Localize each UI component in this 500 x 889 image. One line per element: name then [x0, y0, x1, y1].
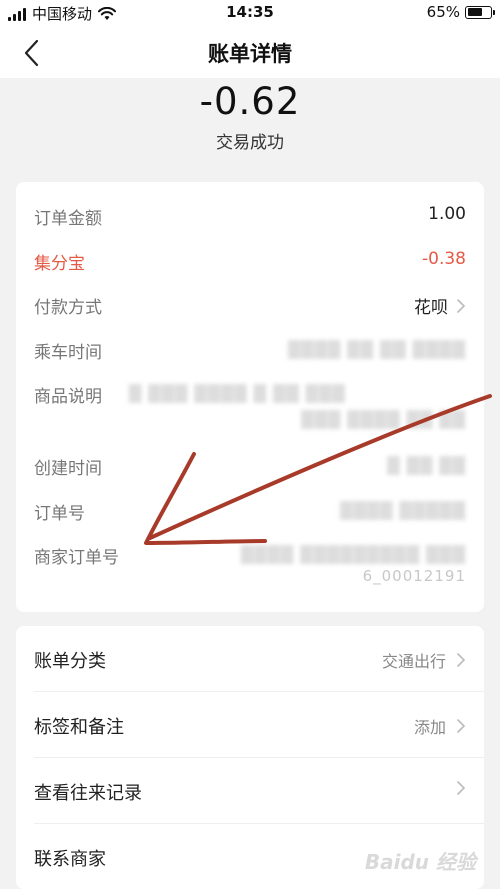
tags-notes-value-group: 添加	[414, 714, 466, 738]
menu-row-bill-category[interactable]: 账单分类 交通出行	[16, 626, 484, 691]
detail-row-payment-method[interactable]: 付款方式 花呗	[34, 289, 466, 319]
order-no-label: 订单号	[34, 504, 85, 524]
detail-row-ride-time: 乘车时间 ████ ██ ██ ████	[34, 334, 466, 364]
contact-merchant-label: 联系商家	[34, 849, 106, 870]
history-value-group	[456, 780, 466, 796]
transaction-status: 交易成功	[216, 133, 284, 153]
order-amount-label: 订单金额	[34, 209, 102, 229]
merchant-order-no-fragment: 6_00012191	[362, 567, 466, 585]
transaction-amount: -0.62	[199, 80, 301, 123]
detail-row-created-time: 创建时间 █ ██ ██	[34, 450, 466, 480]
ride-time-value-obscured: ████ ██ ██ ████	[288, 340, 466, 359]
nav-bar: 账单详情	[0, 26, 500, 78]
battery-fill	[467, 8, 482, 16]
detail-row-order-no: 订单号 ████ █████	[34, 495, 466, 525]
tags-notes-label: 标签和备注	[34, 717, 124, 738]
order-amount-value: 1.00	[428, 204, 466, 224]
history-label: 查看往来记录	[34, 783, 142, 804]
tags-notes-value: 添加	[413, 718, 446, 737]
bill-category-value-group: 交通出行	[382, 648, 466, 672]
product-desc-value-obscured: █ ███ ████ █ ██ ███	[129, 384, 346, 403]
chevron-right-icon	[456, 718, 466, 734]
merchant-order-no-value-obscured: ████ █████████ ███	[240, 545, 466, 564]
detail-row-jifenbao: 集分宝 -0.38	[34, 245, 466, 275]
payment-method-value-group: 花呗	[414, 293, 466, 318]
chevron-left-icon	[24, 39, 39, 67]
back-button[interactable]	[16, 36, 50, 70]
detail-row-product-desc: 商品说明 █ ███ ████ █ ██ ███ ███ ████ ██ ██	[34, 378, 466, 429]
status-right: 65%	[426, 3, 495, 21]
bill-category-label: 账单分类	[34, 651, 106, 672]
detail-card: 订单金额 1.00 集分宝 -0.38 付款方式 花呗 乘车时间 ████ ██…	[16, 182, 484, 612]
merchant-order-no-label: 商家订单号	[34, 548, 119, 568]
chevron-right-icon	[456, 652, 466, 668]
bill-category-value: 交通出行	[381, 652, 446, 671]
battery-percent: 65%	[426, 3, 460, 21]
page-title: 账单详情	[208, 42, 292, 66]
detail-row-merchant-order-no: 商家订单号 ████ █████████ ███ 6_00012191	[34, 539, 466, 585]
payment-method-label: 付款方式	[34, 298, 102, 318]
ride-time-label: 乘车时间	[34, 343, 102, 363]
baidu-watermark: Baidu 经验	[364, 850, 476, 874]
chevron-right-icon	[456, 298, 466, 314]
chevron-right-icon	[456, 780, 466, 796]
battery-icon	[465, 5, 495, 19]
menu-row-history[interactable]: 查看往来记录	[16, 758, 484, 823]
product-desc-label: 商品说明	[34, 387, 102, 407]
payment-method-value: 花呗	[414, 298, 448, 318]
detail-row-order-amount: 订单金额 1.00	[34, 200, 466, 230]
jifenbao-value: -0.38	[422, 249, 466, 269]
order-no-value-obscured: ████ █████	[340, 501, 466, 520]
status-time: 14:35	[226, 3, 274, 21]
product-desc-value-obscured-2: ███ ████ ██ ██	[301, 410, 466, 429]
created-time-label: 创建时间	[34, 459, 102, 479]
jifenbao-label: 集分宝	[34, 254, 85, 274]
menu-row-tags-notes[interactable]: 标签和备注 添加	[16, 692, 484, 757]
created-time-value-obscured: █ ██ ██	[387, 456, 466, 475]
status-bar: 中国移动 14:35 65%	[0, 0, 500, 26]
